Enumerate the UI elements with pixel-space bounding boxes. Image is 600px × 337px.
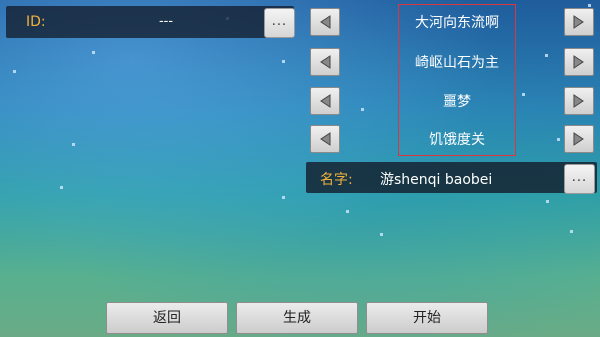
background-star (522, 93, 525, 96)
start-button[interactable]: 开始 (366, 302, 488, 334)
option-1-prev-button[interactable] (310, 8, 340, 36)
option-2-prev-button[interactable] (310, 48, 340, 76)
generate-button[interactable]: 生成 (236, 302, 358, 334)
option-1-value: 大河向东流啊 (415, 15, 499, 31)
triangle-left-icon (320, 55, 331, 69)
option-1-next-button[interactable] (564, 8, 594, 36)
background-star (546, 200, 549, 203)
id-label: ID: (26, 14, 46, 30)
option-4-next-button[interactable] (564, 125, 594, 153)
name-field-bar: 名字: 游shenqi baobei (306, 162, 597, 193)
option-3-value: 噩梦 (443, 94, 471, 110)
triangle-right-icon (573, 55, 584, 69)
background-star (282, 60, 285, 63)
option-3-prev-button[interactable] (310, 87, 340, 115)
name-value[interactable]: 游shenqi baobei (380, 169, 550, 189)
id-value: --- (158, 14, 174, 29)
background-star (545, 54, 548, 57)
background-star (588, 4, 591, 7)
triangle-right-icon (573, 94, 584, 108)
name-label: 名字: (320, 172, 353, 188)
triangle-right-icon (573, 15, 584, 29)
background-star (60, 186, 63, 189)
back-button[interactable]: 返回 (106, 302, 228, 334)
option-4-value: 饥饿度关 (429, 132, 485, 148)
option-2-value: 崎岖山石为主 (415, 55, 499, 71)
background-star (557, 138, 560, 141)
option-2-next-button[interactable] (564, 48, 594, 76)
background-star (346, 210, 349, 213)
triangle-left-icon (320, 15, 331, 29)
option-3-next-button[interactable] (564, 87, 594, 115)
triangle-left-icon (320, 132, 331, 146)
background-star (570, 230, 573, 233)
id-field-bar: ID: --- (6, 6, 294, 38)
name-more-button[interactable]: ... (564, 164, 595, 194)
option-4-prev-button[interactable] (310, 125, 340, 153)
background-star (380, 233, 383, 236)
background-star (92, 51, 95, 54)
background-star (361, 108, 364, 111)
triangle-right-icon (573, 132, 584, 146)
triangle-left-icon (320, 94, 331, 108)
background-star (72, 143, 75, 146)
id-more-button[interactable]: ... (264, 8, 295, 38)
background-star (282, 196, 285, 199)
background-star (13, 70, 16, 73)
